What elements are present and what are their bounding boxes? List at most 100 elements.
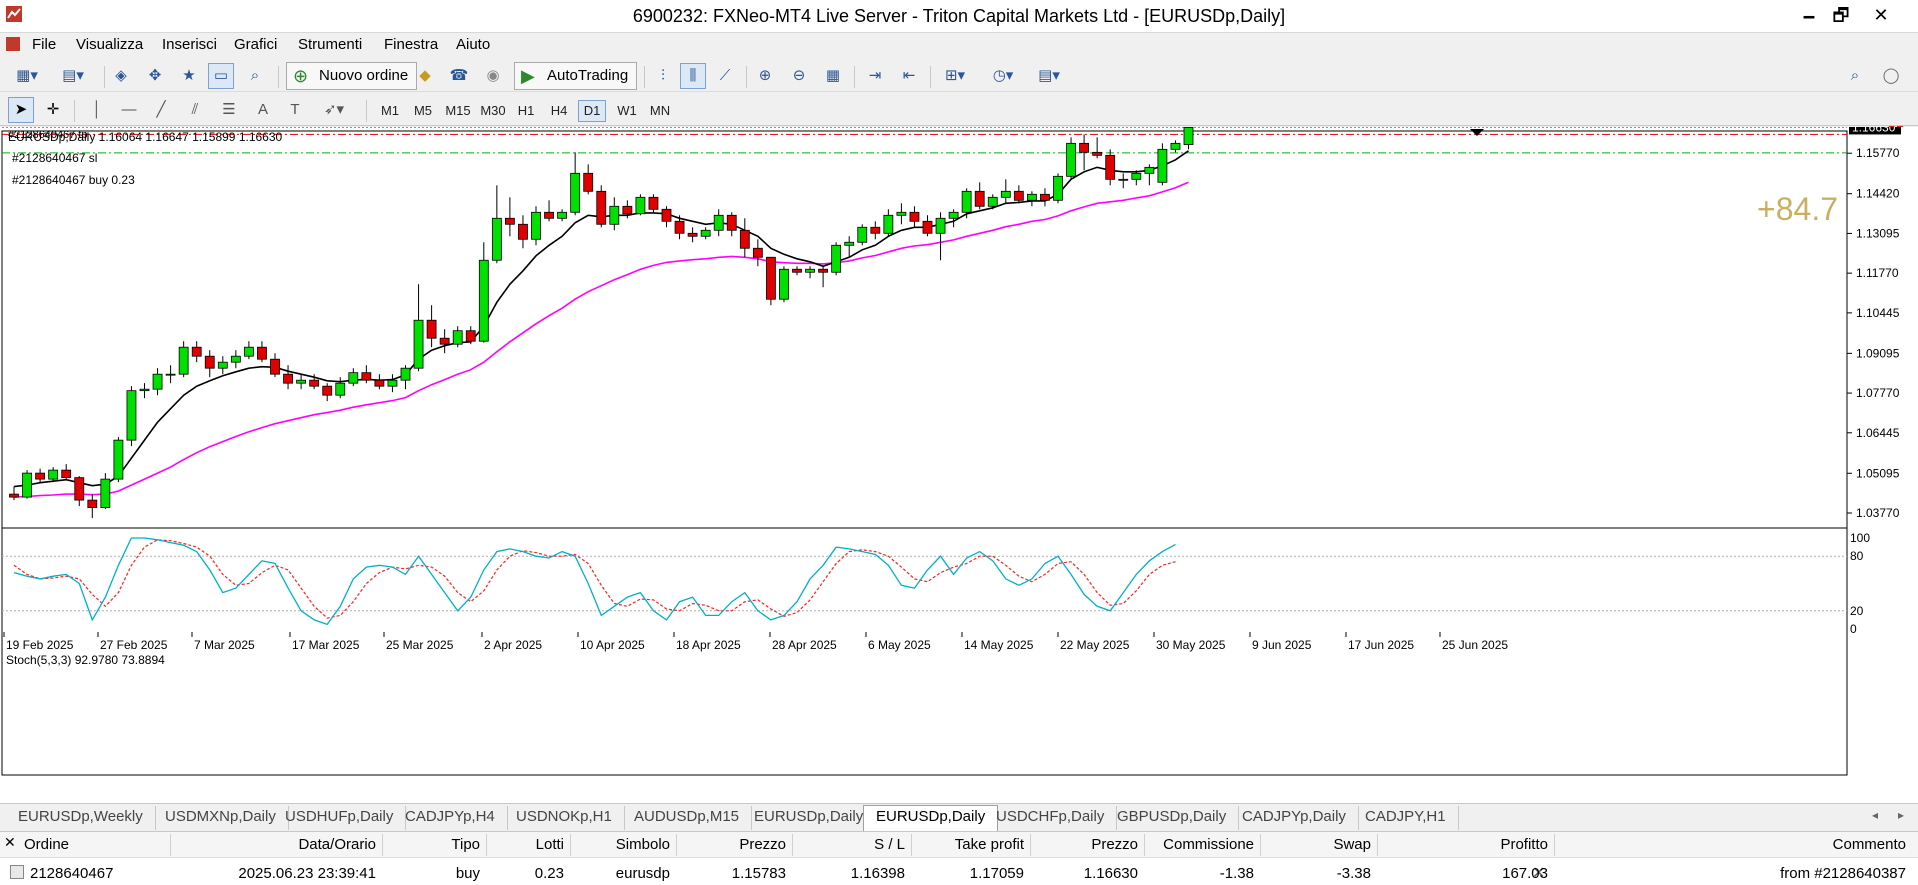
zoom-out-icon[interactable]: ⊖	[786, 63, 812, 89]
column-separator[interactable]	[570, 834, 571, 856]
text-label-icon[interactable]: T	[282, 97, 308, 123]
column-separator[interactable]	[1260, 834, 1261, 856]
chart-tab[interactable]: EURUSDp,Daily	[863, 805, 999, 831]
order-cell[interactable]: -1.38	[1220, 865, 1254, 882]
column-separator[interactable]	[911, 834, 912, 856]
tab-scroll-right-icon[interactable]: ▸	[1898, 808, 1904, 822]
timeframe-m5[interactable]: M5	[409, 100, 437, 122]
menu-finestra[interactable]: Finestra	[384, 36, 438, 53]
chart-tab[interactable]: GBPUSDp,Daily	[1105, 806, 1240, 830]
text-icon[interactable]: A	[250, 97, 276, 123]
timeframe-m15[interactable]: M15	[442, 100, 474, 122]
market-watch-icon[interactable]: ◈	[108, 63, 134, 89]
column-separator[interactable]	[676, 834, 677, 856]
autotrading-button[interactable]: ▶ AutoTrading	[514, 62, 638, 90]
search-icon[interactable]: ⌕	[1842, 63, 1868, 89]
column-header[interactable]: Commissione	[1163, 836, 1254, 853]
column-header[interactable]: Profitto	[1500, 836, 1548, 853]
new-order-button[interactable]: ⊕ Nuovo ordine	[286, 62, 418, 90]
periods-icon[interactable]: ◷▾	[984, 63, 1022, 89]
order-cell[interactable]: 1.17059	[970, 865, 1024, 882]
column-separator[interactable]	[1377, 834, 1378, 856]
price-chart[interactable]: 1.170951.157701.144201.130951.117701.104…	[0, 127, 1918, 803]
column-header[interactable]: Prezzo	[739, 836, 786, 853]
column-separator[interactable]	[1030, 834, 1031, 856]
new-chart-icon[interactable]: ▦▾	[8, 63, 46, 89]
chart-tab[interactable]: USDHUFp,Daily	[273, 806, 407, 830]
candlestick-icon[interactable]: ⫼	[680, 63, 706, 89]
column-header[interactable]: Take profit	[955, 836, 1024, 853]
column-separator[interactable]	[382, 834, 383, 856]
chart-tab[interactable]: USDMXNp,Daily	[153, 806, 289, 830]
chart-window[interactable]: 1.170951.157701.144201.130951.117701.104…	[0, 127, 1918, 803]
column-header[interactable]: Commento	[1833, 836, 1906, 853]
chart-tab[interactable]: EURUSDp,Daily	[742, 806, 877, 830]
order-cell[interactable]: eurusdp	[616, 865, 670, 882]
menu-inserisci[interactable]: Inserisci	[162, 36, 217, 53]
menu-file[interactable]: File	[32, 36, 56, 53]
metaeditor-icon[interactable]: ◆	[412, 63, 438, 89]
chart-tab[interactable]: USDNOKp,H1	[504, 806, 625, 830]
fibonacci-icon[interactable]: ☰	[216, 97, 242, 123]
timeframe-w1[interactable]: W1	[613, 100, 641, 122]
column-header[interactable]: S / L	[874, 836, 905, 853]
order-cell[interactable]: from #2128640387	[1780, 865, 1906, 882]
strategy-tester-icon[interactable]: ⌕	[242, 63, 268, 89]
data-window-icon[interactable]: ✥	[142, 63, 168, 89]
cursor-icon[interactable]: ➤	[8, 97, 34, 123]
close-button[interactable]: ✕	[1858, 0, 1904, 33]
chart-tab[interactable]: CADJPYp,H4	[393, 806, 508, 830]
order-cell[interactable]: 167.03	[1502, 865, 1548, 882]
market-icon[interactable]: ◉	[480, 63, 506, 89]
trendline-icon[interactable]: ╱	[148, 97, 174, 123]
order-cell[interactable]: buy	[456, 865, 480, 882]
channel-icon[interactable]: ⫽	[182, 97, 208, 123]
chart-shift-icon[interactable]: ⇤	[896, 63, 922, 89]
column-header[interactable]: Lotti	[536, 836, 564, 853]
menu-aiuto[interactable]: Aiuto	[456, 36, 490, 53]
chart-tab[interactable]: CADJPYp,Daily	[1230, 806, 1359, 830]
order-cell[interactable]: 2128640467	[30, 865, 113, 882]
terminal-icon[interactable]: ▭	[208, 63, 234, 89]
templates-icon[interactable]: ▤▾	[1030, 63, 1068, 89]
tile-windows-icon[interactable]: ▦	[820, 63, 846, 89]
signals-icon[interactable]: ☎	[446, 63, 472, 89]
column-separator[interactable]	[1144, 834, 1145, 856]
column-separator[interactable]	[1554, 834, 1555, 856]
chart-tab[interactable]: AUDUSDp,M15	[622, 806, 753, 830]
horizontal-line-icon[interactable]: —	[116, 97, 142, 123]
profiles-icon[interactable]: ▤▾	[54, 63, 92, 89]
zoom-in-icon[interactable]: ⊕	[752, 63, 778, 89]
order-cell[interactable]: 1.16630	[1084, 865, 1138, 882]
column-separator[interactable]	[792, 834, 793, 856]
chat-icon[interactable]: ◯	[1878, 63, 1904, 89]
order-cell[interactable]: 2025.06.23 23:39:41	[238, 865, 376, 882]
chart-tab[interactable]: USDCHFp,Daily	[984, 806, 1118, 830]
menu-grafici[interactable]: Grafici	[234, 36, 277, 53]
indicators-icon[interactable]: ⊞▾	[936, 63, 974, 89]
column-header[interactable]: Swap	[1333, 836, 1371, 853]
timeframe-m1[interactable]: M1	[376, 100, 404, 122]
order-cell[interactable]: 1.16398	[851, 865, 905, 882]
bar-chart-icon[interactable]: ⫶	[650, 63, 676, 89]
auto-scroll-icon[interactable]: ⇥	[862, 63, 888, 89]
column-header[interactable]: Simbolo	[616, 836, 670, 853]
timeframe-m30[interactable]: M30	[477, 100, 509, 122]
line-chart-icon[interactable]: ⟋	[712, 63, 738, 89]
menu-visualizza[interactable]: Visualizza	[76, 36, 143, 53]
order-cell[interactable]: 1.15783	[732, 865, 786, 882]
crosshair-icon[interactable]: ✛	[40, 97, 66, 123]
column-header[interactable]: Data/Orario	[298, 836, 376, 853]
timeframe-h1[interactable]: H1	[512, 100, 540, 122]
menu-strumenti[interactable]: Strumenti	[298, 36, 362, 53]
shapes-icon[interactable]: ➶▾	[314, 97, 354, 123]
order-cell[interactable]: -3.38	[1337, 865, 1371, 882]
chart-tab[interactable]: CADJPY,H1	[1353, 806, 1459, 830]
terminal-close-icon[interactable]: ✕	[4, 834, 16, 851]
timeframe-d1[interactable]: D1	[578, 100, 606, 122]
chart-tab[interactable]: EURUSDp,Weekly	[6, 806, 156, 830]
column-header[interactable]: Prezzo	[1091, 836, 1138, 853]
navigator-icon[interactable]: ★	[176, 63, 202, 89]
timeframe-mn[interactable]: MN	[646, 100, 674, 122]
order-cell[interactable]: 0.23	[535, 865, 564, 882]
